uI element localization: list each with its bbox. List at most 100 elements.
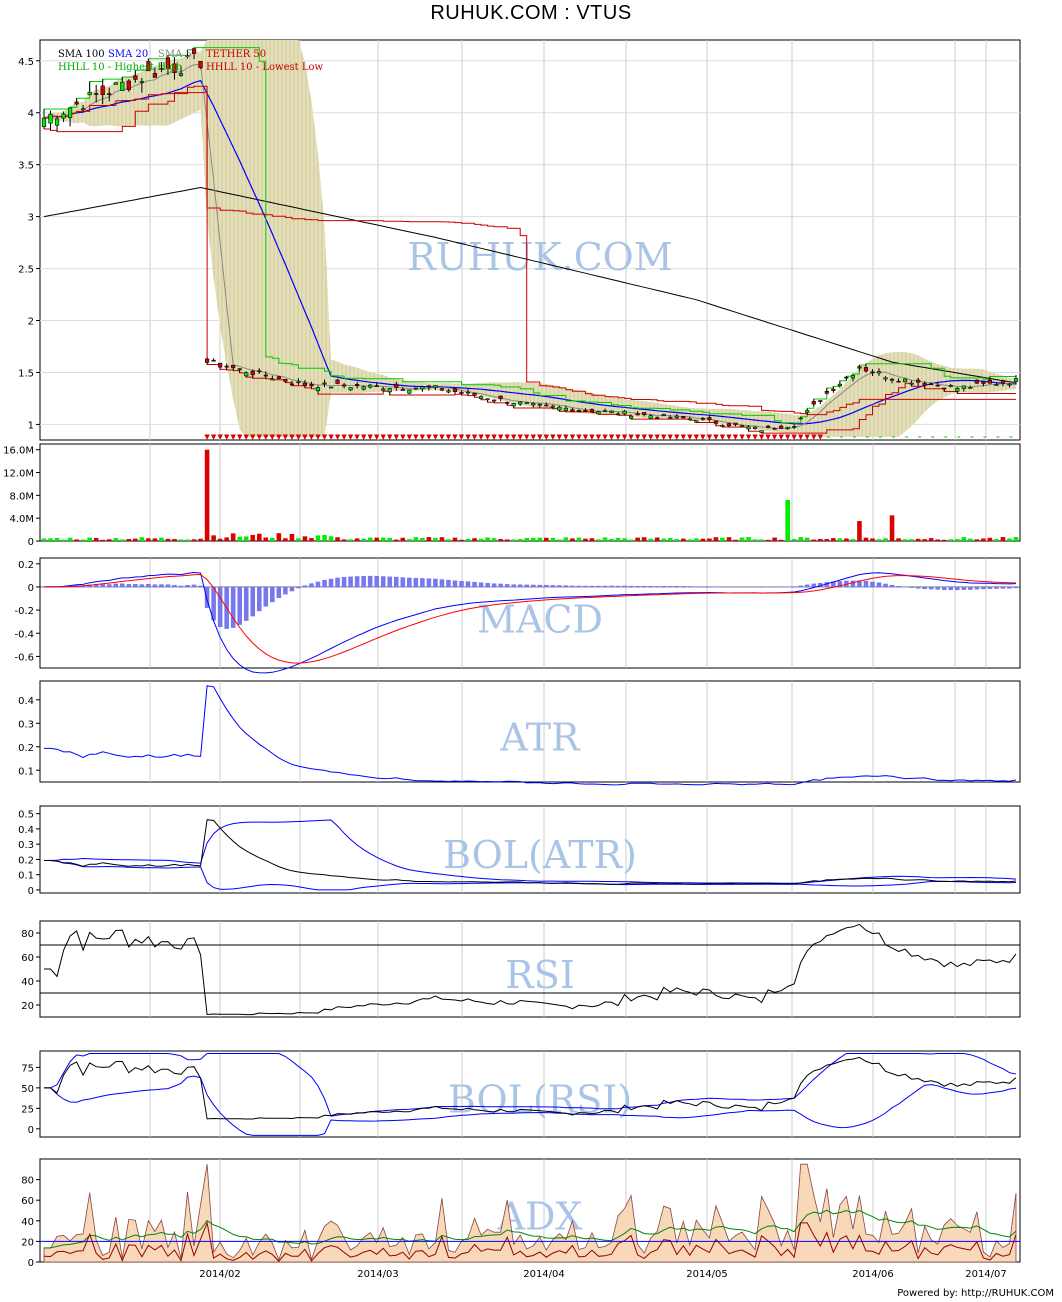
sell-marker: ▼: [400, 433, 406, 441]
volume-bar: [87, 537, 92, 541]
macd-histogram-bar: [583, 585, 588, 588]
macd-histogram-bar: [759, 586, 764, 588]
macd-histogram-bar: [433, 578, 438, 588]
candle: [387, 388, 392, 393]
sell-marker: ▼: [309, 433, 315, 441]
panel-rsi: 80 60 40 20 RSI: [21, 920, 1021, 1018]
candle: [61, 113, 66, 119]
macd-histogram-bar: [191, 584, 197, 588]
candle: [191, 48, 197, 54]
sell-marker: ▼: [491, 433, 497, 441]
macd-histogram-bar: [681, 586, 686, 588]
sell-marker: ▼: [674, 433, 680, 441]
legend-hhll-high: HHLL 10 - Highest High: [58, 62, 183, 73]
volume-bar: [778, 539, 784, 541]
macd-histogram-bar: [335, 577, 340, 588]
volume-bar: [139, 537, 145, 541]
volume-bar: [765, 539, 771, 541]
macd-histogram-bar: [948, 586, 954, 590]
macd-histogram-bar: [289, 586, 295, 592]
candle: [739, 425, 745, 427]
volume-bar: [948, 539, 954, 541]
macd-histogram-bar: [159, 584, 164, 588]
volume-bar: [772, 537, 777, 541]
candle: [850, 374, 856, 379]
volume-bar: [133, 538, 138, 541]
macd-histogram-bar: [119, 583, 125, 588]
sell-marker: ▼: [798, 433, 804, 441]
sell-marker: ▼: [700, 433, 706, 441]
candle: [687, 418, 692, 421]
macd-histogram-bar: [478, 582, 484, 588]
volume-bar: [504, 539, 510, 541]
volume-bar: [178, 539, 184, 541]
volume-bar: [544, 537, 549, 541]
legend-sma5: SMA 5: [158, 49, 192, 60]
y-tick-label: 12.0M: [3, 469, 34, 480]
volume-bar: [1000, 537, 1006, 541]
volume-bar: [602, 537, 608, 541]
macd-histogram-bar: [576, 585, 582, 588]
macd-histogram-bar: [504, 584, 510, 588]
candle: [54, 118, 60, 126]
candle: [1013, 378, 1019, 382]
sell-marker: ▼: [544, 433, 550, 441]
sell-marker: ▼: [367, 433, 373, 441]
macd-histogram-bar: [420, 578, 425, 588]
candle: [420, 386, 425, 390]
watermark-rsi: RSI: [505, 953, 575, 997]
y-tick-label: 0: [28, 886, 34, 897]
volume-bar: [759, 539, 764, 541]
sell-marker: ▼: [550, 433, 556, 441]
volume-bar: [328, 536, 334, 541]
sell-marker: ▼: [276, 433, 282, 441]
macd-histogram-bar: [889, 584, 895, 588]
sell-marker: ▼: [374, 433, 380, 441]
volume-bar: [341, 539, 347, 541]
candle: [602, 410, 608, 413]
x-tick-label: 2014/07: [965, 1269, 1007, 1280]
sell-marker: ▼: [459, 433, 465, 441]
sell-marker: ▼: [354, 433, 360, 441]
candle: [204, 358, 210, 363]
candle: [48, 113, 53, 124]
sell-marker: ▼: [681, 433, 687, 441]
candle: [557, 406, 562, 411]
macd-histogram-bar: [961, 586, 967, 590]
volume-bar: [243, 536, 249, 541]
volume-bar: [465, 538, 471, 541]
candle: [41, 117, 47, 127]
volume-bar: [713, 537, 719, 541]
candle: [615, 413, 621, 416]
candle: [328, 386, 334, 389]
candle: [935, 384, 940, 387]
volume-bar: [648, 538, 653, 541]
macd-histogram-bar: [485, 582, 490, 588]
x-axis: 2014/02 2014/03 2014/04 2014/05 2014/06 …: [199, 1269, 1007, 1280]
candle: [400, 389, 405, 391]
volume-bar: [67, 537, 73, 541]
candle: [903, 378, 908, 383]
volume-bar: [889, 515, 895, 541]
sell-marker: ▼: [485, 433, 491, 441]
x-tick-label: 2014/03: [357, 1269, 399, 1280]
macd-histogram-bar: [1007, 586, 1012, 589]
volume-bar: [811, 539, 817, 541]
macd-histogram-bar: [133, 584, 138, 588]
sell-marker: ▼: [739, 433, 745, 441]
volume-bar: [530, 537, 536, 541]
x-tick-label: 2014/02: [199, 1269, 241, 1280]
volume-bar: [883, 538, 888, 541]
sell-marker: ▼: [335, 433, 341, 441]
sell-marker: ▼: [746, 433, 752, 441]
sell-marker: ▼: [648, 433, 654, 441]
sell-marker: ▼: [583, 433, 589, 441]
candle: [511, 403, 516, 407]
candle: [120, 81, 125, 91]
candle: [94, 93, 99, 95]
candle: [596, 411, 601, 415]
candle: [394, 383, 399, 388]
volume-bar: [185, 539, 190, 541]
macd-histogram-bar: [126, 584, 132, 588]
volume-bar: [439, 537, 445, 541]
